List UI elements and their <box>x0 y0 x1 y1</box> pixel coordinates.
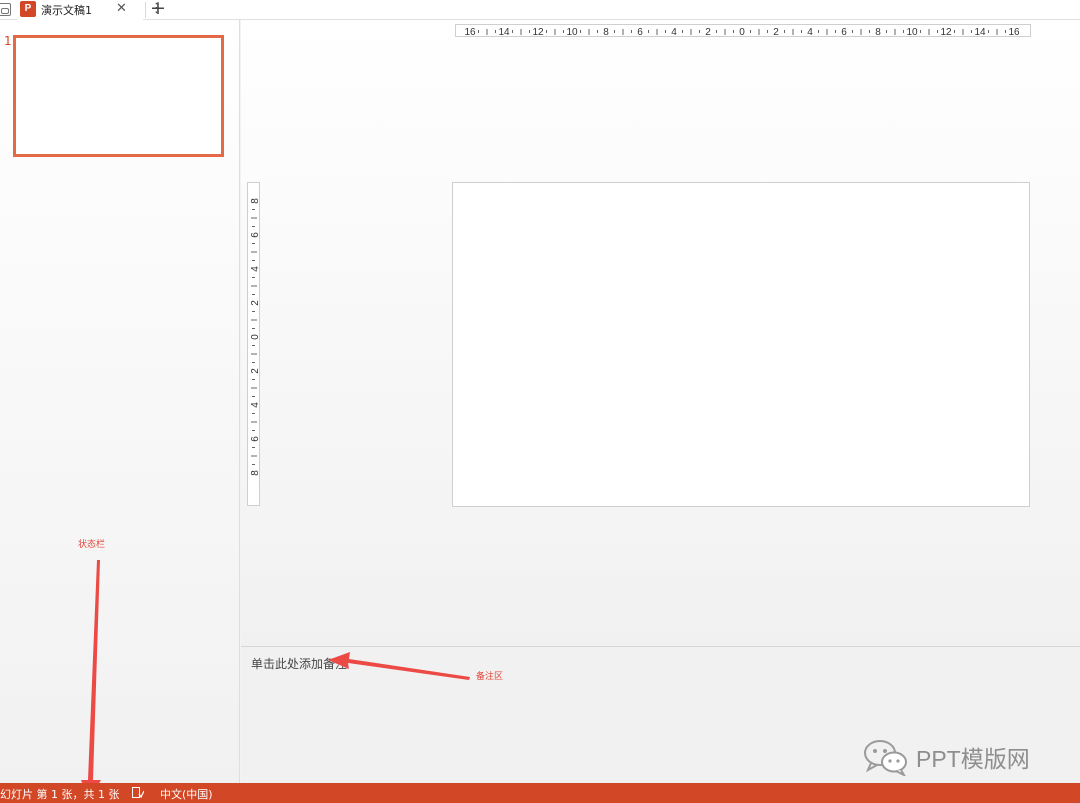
ruler-label: 6 <box>250 232 261 238</box>
ruler-label: 6 <box>637 27 643 38</box>
ruler-label: 8 <box>603 27 609 38</box>
ruler-label: 4 <box>671 27 677 38</box>
notes-placeholder[interactable]: 单击此处添加备注 <box>251 655 347 672</box>
horizontal-ruler-marks: 16 14 12 10 8 6 4 2 0 2 4 6 8 10 12 14 16 <box>464 27 1020 38</box>
ruler-label: 2 <box>250 368 261 374</box>
close-icon[interactable]: ✕ <box>116 1 127 17</box>
ruler-label: 0 <box>739 27 745 38</box>
language-status[interactable]: 中文(中国) <box>160 786 213 802</box>
ruler-label: 2 <box>705 27 711 38</box>
add-tab-icon[interactable]: + <box>150 0 166 19</box>
ruler-label: 6 <box>841 27 847 38</box>
ruler-label: 2 <box>250 300 261 306</box>
slide-canvas[interactable] <box>452 182 1030 507</box>
ruler-label: 0 <box>250 334 261 340</box>
ruler-label: 12 <box>532 27 544 38</box>
document-icon[interactable] <box>0 3 11 16</box>
slide-count-status[interactable]: 幻灯片 第 1 张，共 1 张 <box>0 786 119 802</box>
tab-title: 演示文稿1 <box>41 4 92 17</box>
ruler-label: 6 <box>250 436 261 442</box>
status-bar: 幻灯片 第 1 张，共 1 张 中文(中国) <box>0 783 1080 803</box>
ruler-label: 8 <box>875 27 881 38</box>
presentation-icon: P <box>20 1 36 17</box>
spell-check-icon[interactable] <box>132 787 144 799</box>
ruler-label: 8 <box>250 470 261 476</box>
vertical-ruler-marks: 8 6 4 2 0 2 4 6 8 <box>250 198 261 476</box>
ruler-label: 10 <box>566 27 578 38</box>
vertical-ruler: 8 6 4 2 0 2 4 6 8 <box>247 182 261 506</box>
ruler-label: 16 <box>1008 27 1020 38</box>
tab-document[interactable]: P 演示文稿1 ✕ ⋮ <box>17 0 163 20</box>
ruler-label: 2 <box>773 27 779 38</box>
ruler-label: 4 <box>250 402 261 408</box>
slide-thumbnail[interactable] <box>13 35 224 157</box>
slide-number: 1 <box>4 34 12 48</box>
ruler-label: 14 <box>974 27 986 38</box>
slide-editing-area: 16 14 12 10 8 6 4 2 0 2 4 6 8 10 12 14 16 8 6 4 2 0 2 4 6 8 <box>241 20 1080 646</box>
slide-thumbnail-pane[interactable]: 1 <box>0 20 240 783</box>
ruler-label: 4 <box>250 266 261 272</box>
ruler-label: 8 <box>250 198 261 204</box>
tab-bar: P 演示文稿1 ✕ ⋮ + <box>0 0 1080 20</box>
tab-divider <box>145 2 146 18</box>
horizontal-ruler: 16 14 12 10 8 6 4 2 0 2 4 6 8 10 12 14 16 <box>455 24 1031 38</box>
watermark: PPT模版网 <box>862 738 1052 776</box>
ruler-label: 10 <box>906 27 918 38</box>
status-bar-annotation: 状态栏 <box>78 540 106 550</box>
wechat-icon <box>864 740 907 776</box>
notes-area-annotation: 备注区 <box>476 672 504 682</box>
ruler-label: 16 <box>464 27 476 38</box>
ruler-label: 4 <box>807 27 813 38</box>
watermark-text: PPT模版网 <box>916 746 1030 772</box>
ruler-label: 12 <box>940 27 952 38</box>
ruler-label: 14 <box>498 27 510 38</box>
